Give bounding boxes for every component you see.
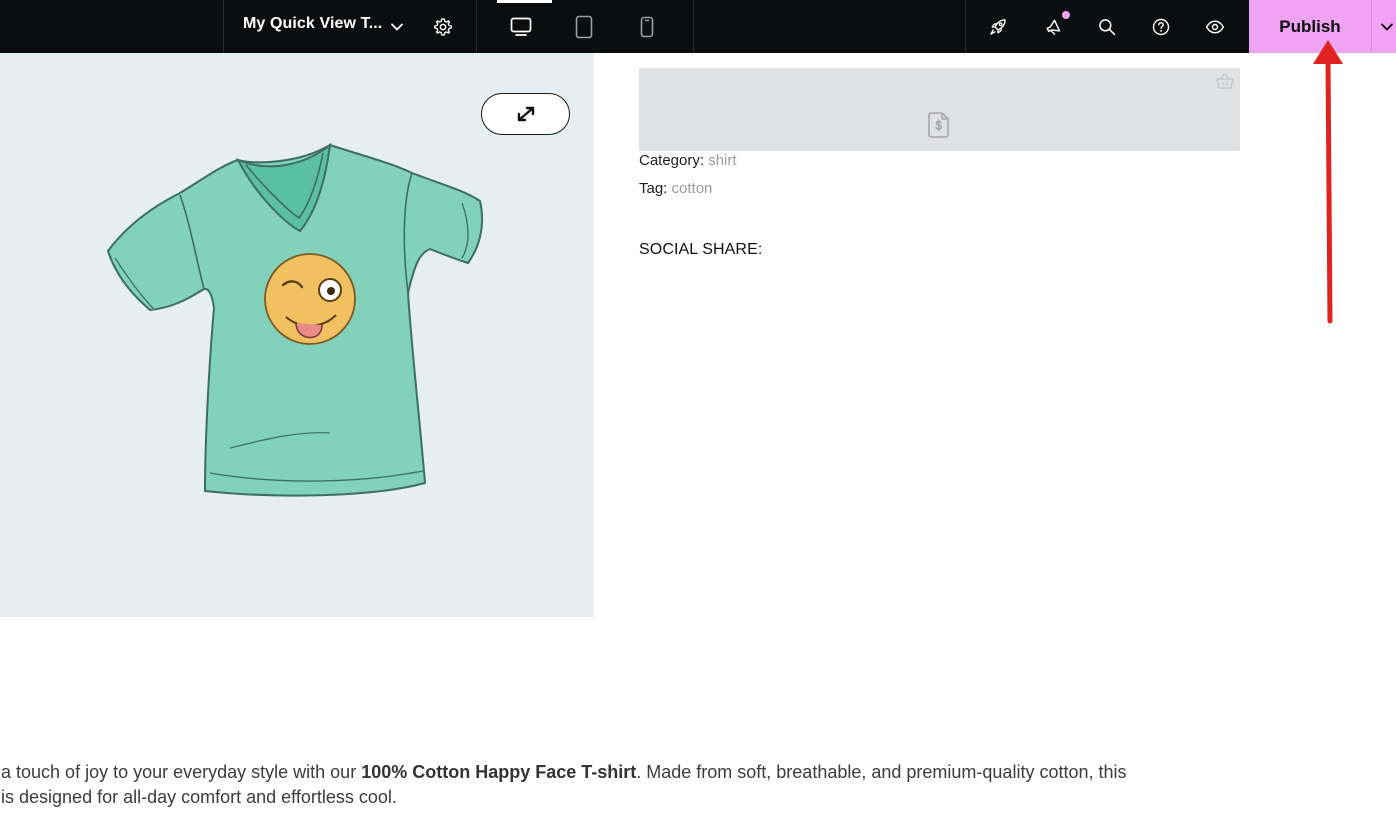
top-bar-divider <box>693 0 694 53</box>
product-description-line: e is designed for all-day comfort and ef… <box>0 785 1246 810</box>
description-text: d a touch of joy to your everyday style … <box>0 762 362 782</box>
basket-icon <box>1216 73 1234 89</box>
rocket-icon <box>990 18 1006 35</box>
annotation-arrow <box>1313 40 1343 324</box>
preview-button[interactable] <box>1193 0 1237 53</box>
top-bar-divider <box>476 0 477 53</box>
category-label: Category: <box>639 152 705 169</box>
search-icon <box>1099 18 1116 35</box>
device-tablet-button[interactable] <box>562 0 606 53</box>
tag-link[interactable]: cotton <box>672 180 713 197</box>
chevron-down-icon <box>391 23 403 30</box>
eye-icon <box>1205 19 1225 34</box>
site-settings-button[interactable] <box>421 0 465 53</box>
chevron-down-icon <box>1381 23 1393 30</box>
desktop-icon <box>510 17 532 36</box>
launch-button[interactable] <box>976 0 1020 53</box>
editor-top-bar: My Quick View T... Publish <box>0 0 1396 53</box>
price-tag-document-icon <box>928 112 949 138</box>
device-desktop-button[interactable] <box>499 0 543 53</box>
category-link[interactable]: shirt <box>708 152 736 169</box>
gear-icon <box>434 17 452 36</box>
description-text: . Made from soft, breathable, and premiu… <box>636 762 1127 782</box>
search-button[interactable] <box>1085 0 1129 53</box>
expand-arrows-icon <box>517 106 535 122</box>
help-button[interactable] <box>1139 0 1183 53</box>
tag-label: Tag: <box>639 180 668 197</box>
gallery-expand-button[interactable] <box>481 93 570 135</box>
top-bar-divider <box>223 0 224 53</box>
megaphone-icon <box>1046 19 1061 35</box>
product-image-gallery <box>0 53 594 617</box>
product-tag: Tag: cotton <box>639 180 712 197</box>
description-bold-text: 100% Cotton Happy Face T-shirt <box>361 762 637 782</box>
publish-options-button[interactable] <box>1372 0 1396 53</box>
device-mobile-button[interactable] <box>625 0 669 53</box>
description-text: e is designed for all-day comfort and ef… <box>0 787 397 807</box>
notification-dot <box>1062 11 1070 19</box>
notifications-button[interactable] <box>1032 0 1076 53</box>
add-to-cart-placeholder <box>639 68 1240 151</box>
product-image <box>107 142 484 497</box>
tablet-icon <box>575 15 593 38</box>
product-category: Category: shirt <box>639 152 737 169</box>
top-bar-divider <box>965 0 966 53</box>
product-description-line: d a touch of joy to your everyday style … <box>0 760 1246 785</box>
help-icon <box>1152 18 1170 35</box>
document-title-dropdown[interactable] <box>375 0 419 53</box>
document-title[interactable]: My Quick View T... <box>243 15 382 33</box>
mobile-icon <box>640 16 654 37</box>
social-share-heading: SOCIAL SHARE: <box>639 241 763 258</box>
